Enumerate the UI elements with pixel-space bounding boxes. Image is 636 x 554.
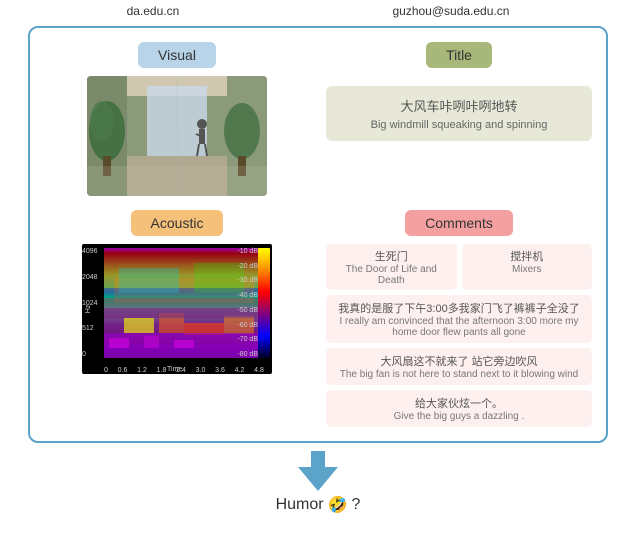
comment-box-jiaoban: 搅拌机 Mixers — [462, 244, 593, 290]
top-bar: da.edu.cn guzhou@suda.edu.cn — [0, 0, 636, 22]
top-bar-right: guzhou@suda.edu.cn — [392, 4, 509, 18]
spectrogram: 4096 2048 1024 512 0 — [82, 244, 272, 374]
y-label-0: 0 — [82, 351, 98, 358]
comment-en-2: I really am convinced that the afternoon… — [334, 316, 584, 338]
main-card: Visual — [28, 26, 608, 443]
arrow-stem — [311, 451, 325, 467]
comment-box-4: 给大家伙炫一个。 Give the big guys a dazzling . — [326, 390, 592, 427]
humor-question: ? — [352, 496, 361, 514]
top-bar-left: da.edu.cn — [127, 4, 180, 18]
comment-row-1: 生死门 The Door of Life and Death 搅拌机 Mixer… — [326, 244, 592, 290]
comment-zh-3: 大风扇这不就来了 站它旁边吹风 — [334, 353, 584, 369]
arrow-down — [298, 467, 338, 491]
comment-box-shengsi: 生死门 The Door of Life and Death — [326, 244, 457, 290]
y-label-512: 512 — [82, 325, 98, 332]
acoustic-column: Acoustic 4096 2048 1024 512 0 — [44, 210, 310, 427]
humor-label: Humor — [276, 496, 324, 514]
comment-en-3: The big fan is not here to stand next to… — [334, 369, 584, 380]
comment-box-2: 我真的是服了下午3:00多我家门飞了裤裤子全没了 I really am con… — [326, 295, 592, 343]
comment-box-3: 大风扇这不就来了 站它旁边吹风 The big fan is not here … — [326, 348, 592, 385]
time-label: Time — [167, 366, 182, 373]
title-label: Title — [426, 42, 492, 68]
colorbar — [258, 248, 270, 358]
comment-zh-4: 给大家伙炫一个。 — [334, 395, 584, 411]
visual-image — [87, 76, 267, 196]
card-top-row: Visual — [44, 42, 592, 196]
spectrogram-x-labels: 0 0.6 1.2 1.8 2.4 3.0 3.6 4.2 4.8 — [104, 367, 264, 374]
humor-emoji: 🤣 — [328, 495, 348, 515]
comment-en-1a: The Door of Life and Death — [334, 264, 449, 286]
colorbar-labels: -10 dB -20 dB -30 dB -40 dB -50 dB -60 d… — [237, 248, 258, 358]
comment-zh-1a: 生死门 — [334, 248, 449, 264]
arrow-section: Humor🤣? — [276, 451, 361, 515]
card-bottom-row: Acoustic 4096 2048 1024 512 0 — [44, 210, 592, 427]
title-en: Big windmill squeaking and spinning — [342, 119, 576, 131]
y-label-2048: 2048 — [82, 274, 98, 281]
spectrogram-y-labels: 4096 2048 1024 512 0 — [82, 248, 98, 358]
hz-label: Hz — [85, 305, 92, 314]
comments-label: Comments — [405, 210, 513, 236]
title-column: Title 大风车咔咧咔咧地转 Big windmill squeaking a… — [326, 42, 592, 196]
comment-en-4: Give the big guys a dazzling . — [334, 411, 584, 422]
comment-en-1b: Mixers — [470, 264, 585, 275]
acoustic-label: Acoustic — [131, 210, 224, 236]
visual-label: Visual — [138, 42, 216, 68]
comment-zh-1b: 搅拌机 — [470, 248, 585, 264]
comment-zh-2: 我真的是服了下午3:00多我家门飞了裤裤子全没了 — [334, 300, 584, 316]
humor-text: Humor🤣? — [276, 495, 361, 515]
comments-area: 生死门 The Door of Life and Death 搅拌机 Mixer… — [326, 244, 592, 427]
y-label-4096: 4096 — [82, 248, 98, 255]
title-zh: 大风车咔咧咔咧地转 — [342, 96, 576, 115]
visual-column: Visual — [44, 42, 310, 196]
title-text-box: 大风车咔咧咔咧地转 Big windmill squeaking and spi… — [326, 86, 592, 141]
comments-column: Comments 生死门 The Door of Life and Death … — [326, 210, 592, 427]
